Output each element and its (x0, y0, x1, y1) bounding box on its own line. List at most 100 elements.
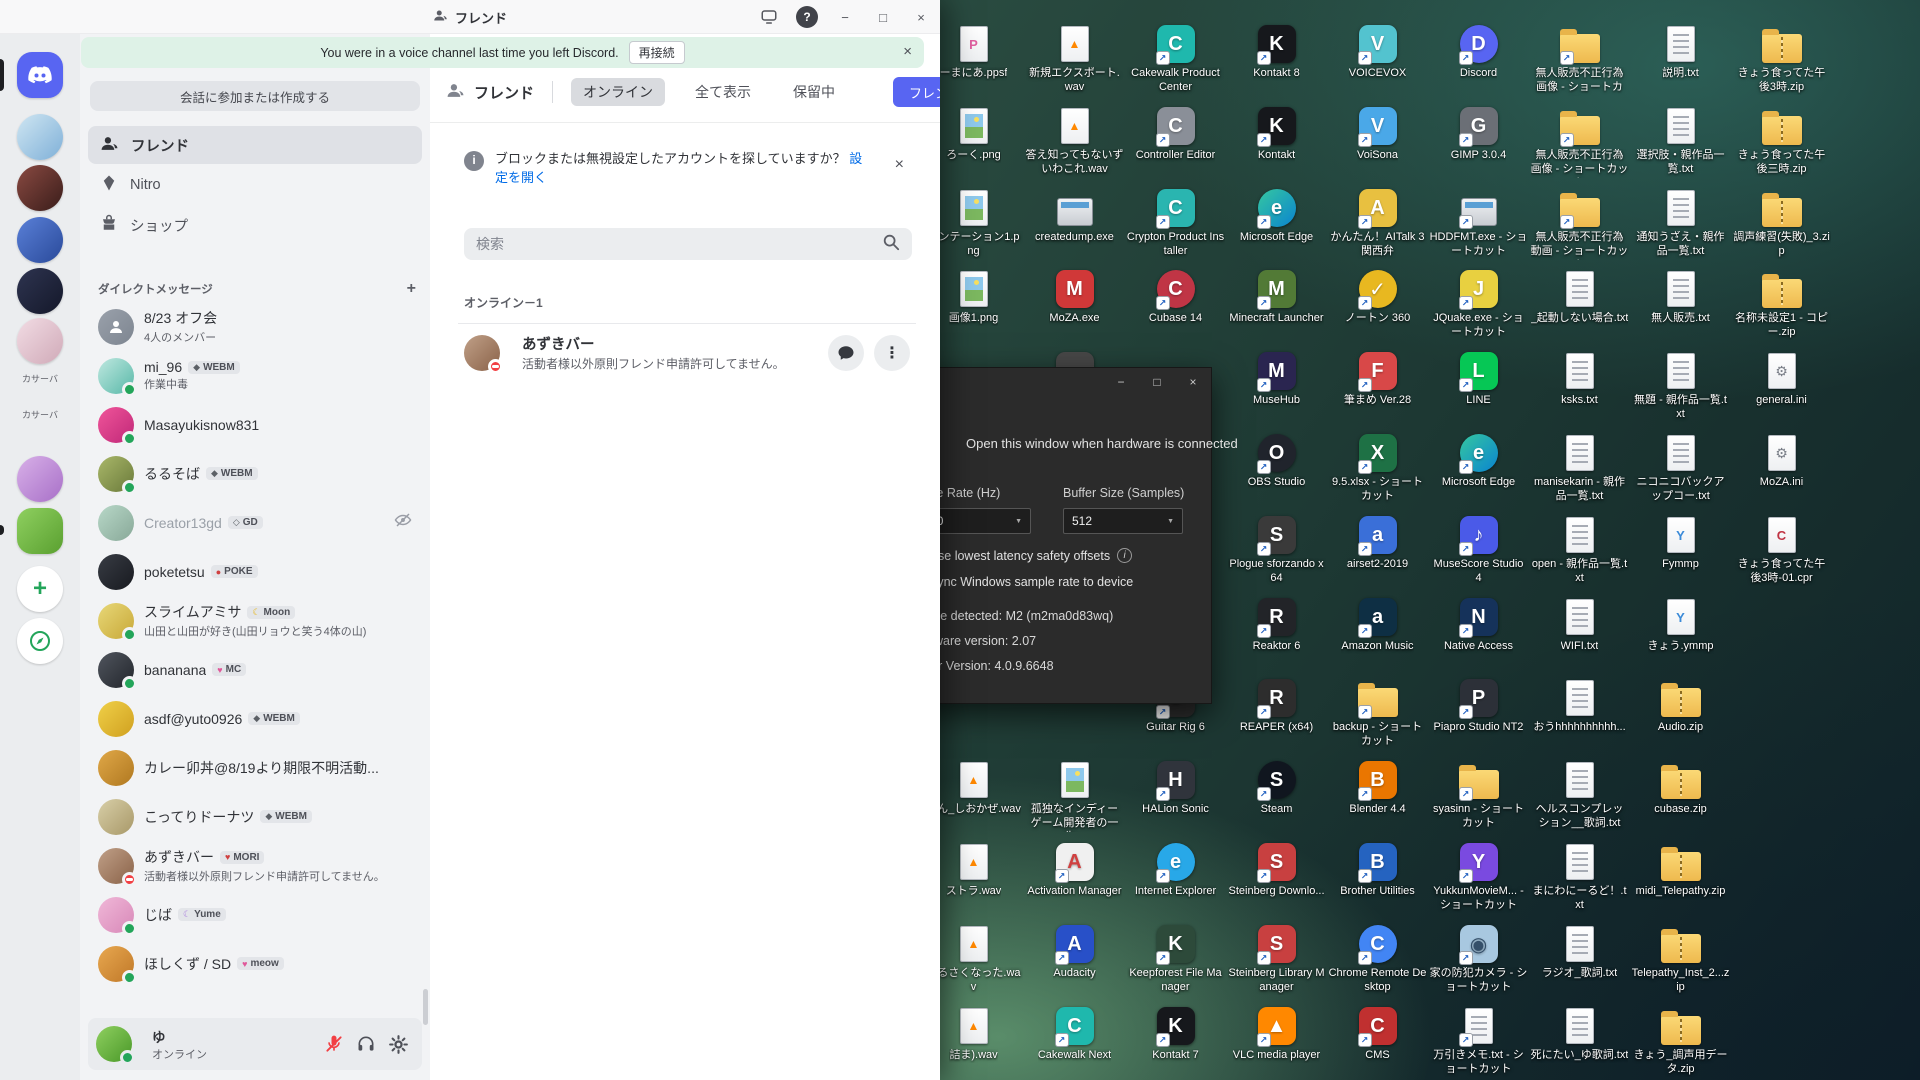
close-button[interactable]: × (902, 0, 940, 34)
desktop-icon[interactable]: ♪MuseScore Studio 4 (1428, 515, 1529, 586)
desktop-icon[interactable]: ksks.txt (1529, 351, 1630, 408)
add-friend-button[interactable]: フレンドに追加 (893, 77, 940, 107)
desktop-icon[interactable]: 調声練習(失敗)_3.zip (1731, 188, 1832, 259)
desktop-icon[interactable]: B Blender 4.4 (1327, 760, 1428, 817)
desktop-icon[interactable]: 無題 - 親作品一覧.txt (1630, 351, 1731, 422)
server-icon[interactable] (17, 217, 63, 263)
open-on-connect-option[interactable]: Open this window when hardware is connec… (966, 436, 1238, 451)
discord-titlebar[interactable]: フレンド ? − □ × (0, 0, 940, 34)
desktop-icon[interactable]: open - 親作品一覧.txt (1529, 515, 1630, 586)
desktop-icon[interactable]: 無人販売不正行為画像 - ショートカット (1529, 106, 1630, 178)
desktop-icon[interactable]: backup - ショートカット (1327, 678, 1428, 749)
desktop-icon[interactable]: きょう食ってた午後3時.zip (1731, 24, 1832, 95)
friend-row[interactable]: あずきバー 活動者様以外原則フレンド申請許可してません。 ⋮ (458, 324, 916, 381)
server-folder-label[interactable]: カサーバ (0, 372, 80, 385)
desktop-icon[interactable]: HDDFMT.exe - ショートカット (1428, 188, 1529, 259)
dm-list-item[interactable]: mi_96 ◆ WEBM 作業中毒 (88, 351, 422, 400)
desktop-icon[interactable]: ▲ 答え知ってもないずいわこれ.wav (1024, 106, 1125, 177)
dialog-minimize-button[interactable]: − (1103, 368, 1139, 396)
deafen-button[interactable] (350, 1028, 382, 1060)
dm-list-item[interactable]: じば ☾ Yume (88, 890, 422, 939)
server-icon[interactable] (17, 456, 63, 502)
desktop-icon[interactable]: CCakewalk Product Center (1125, 24, 1226, 95)
desktop-icon[interactable]: まにわにーるど！.txt (1529, 842, 1630, 913)
message-button[interactable] (828, 334, 864, 371)
dm-list-item[interactable]: るるそば ◆ WEBM (88, 449, 422, 498)
maximize-button[interactable]: □ (864, 0, 902, 34)
join-conversation-button[interactable]: 会話に参加または作成する (90, 81, 420, 111)
tab-online[interactable]: オンライン (571, 78, 666, 106)
lowest-latency-checkbox[interactable]: Use lowest latency safety offsets i (906, 548, 1133, 563)
desktop-icon[interactable]: おうhhhhhhhhhh... (1529, 678, 1630, 735)
desktop-icon[interactable]: CChrome Remote Desktop (1327, 924, 1428, 995)
dm-list-item[interactable]: poketetsu ● POKE (88, 547, 422, 596)
sidebar-item-friends[interactable]: フレンド (88, 126, 422, 164)
sidebar-scrollbar[interactable] (423, 989, 428, 1025)
desktop-icon[interactable]: e Microsoft Edge (1226, 188, 1327, 245)
desktop-icon[interactable]: ✓ ノートン 360 (1327, 269, 1428, 326)
desktop-icon[interactable]: 孤独なインディーゲーム開発者の一生... (1024, 760, 1125, 832)
sidebar-item-nitro[interactable]: Nitro (88, 166, 422, 204)
dm-list-item[interactable]: asdf@yuto0926 ◆ WEBM (88, 694, 422, 743)
dm-list-item[interactable]: bananana ♥ MC (88, 645, 422, 694)
desktop-icon[interactable]: SPlogue sforzando x64 (1226, 515, 1327, 586)
desktop-icon[interactable]: V VOICEVOX (1327, 24, 1428, 81)
explore-servers-button[interactable] (17, 618, 63, 664)
desktop-icon[interactable]: createdump.exe (1024, 188, 1125, 245)
buffer-size-select[interactable]: 512 ▼ (1063, 508, 1183, 534)
notice-close-icon[interactable]: × (895, 156, 904, 174)
dm-list-item[interactable]: あずきバー ♥ MORI 活動者様以外原則フレンド申請許可してません。 (88, 841, 422, 890)
desktop-icon[interactable]: ⚙ general.ini (1731, 351, 1832, 408)
desktop-icon[interactable]: 万引きメモ.txt - ショートカット (1428, 1006, 1529, 1077)
desktop-icon[interactable]: S Steam (1226, 760, 1327, 817)
minimize-button[interactable]: − (826, 0, 864, 34)
search-input[interactable] (476, 236, 882, 252)
desktop-icon[interactable]: A Activation Manager (1024, 842, 1125, 899)
desktop-icon[interactable]: ◉家の防犯カメラ - ショートカット (1428, 924, 1529, 995)
desktop-icon[interactable]: e Microsoft Edge (1428, 433, 1529, 490)
desktop-icon[interactable]: G GIMP 3.0.4 (1428, 106, 1529, 163)
desktop-icon[interactable]: 無人販売不正行為動画 - ショートカット (1529, 188, 1630, 260)
desktop-icon[interactable]: R REAPER (x64) (1226, 678, 1327, 735)
settings-gear-button[interactable] (382, 1028, 414, 1060)
desktop-icon[interactable]: D Discord (1428, 24, 1529, 81)
desktop-icon[interactable]: SSteinberg Library Manager (1226, 924, 1327, 995)
desktop-icon[interactable]: H HALion Sonic (1125, 760, 1226, 817)
server-folder-label[interactable]: カサーバ (0, 408, 80, 421)
desktop-icon[interactable]: B Brother Utilities (1327, 842, 1428, 899)
sidebar-item-shop[interactable]: ショップ (88, 206, 422, 244)
mic-muted-button[interactable] (318, 1028, 350, 1060)
desktop-icon[interactable]: midi_Telepathy.zip (1630, 842, 1731, 899)
avatar[interactable] (96, 1026, 135, 1065)
dm-list-item[interactable]: Masayukisnow831 (88, 400, 422, 449)
desktop-icon[interactable]: 無人販売.txt (1630, 269, 1731, 326)
server-icon[interactable] (17, 318, 63, 364)
desktop-icon[interactable]: WIFI.txt (1529, 597, 1630, 654)
desktop-icon[interactable]: Aかんたん！AITalk 3 関西弁 (1327, 188, 1428, 259)
desktop-icon[interactable]: きょう食ってた午後三時.zip (1731, 106, 1832, 177)
dm-list-item[interactable]: こってりドーナツ ◆ WEBM (88, 792, 422, 841)
desktop-icon[interactable]: 説明.txt (1630, 24, 1731, 81)
desktop-icon[interactable]: Audio.zip (1630, 678, 1731, 735)
desktop-icon[interactable]: 通知うざえ・親作品一覧.txt (1630, 188, 1731, 259)
dm-list-item[interactable]: スライムアミサ ☾ Moon 山田と山田が好き(山田リョウと笑う4体の山) (88, 596, 422, 645)
dialog-maximize-button[interactable]: □ (1139, 368, 1175, 396)
desktop-icon[interactable]: C Cubase 14 (1125, 269, 1226, 326)
desktop-icon[interactable]: 名称未設定1 - コピー.zip (1731, 269, 1832, 340)
discord-home-button[interactable] (17, 52, 63, 98)
reconnect-button[interactable]: 再接続 (628, 41, 685, 64)
desktop-icon[interactable]: L LINE (1428, 351, 1529, 408)
desktop-icon[interactable]: R Reaktor 6 (1226, 597, 1327, 654)
server-icon[interactable] (17, 508, 63, 554)
dm-list-item[interactable]: カレー卯丼@8/19より期限不明活動... (88, 743, 422, 792)
desktop-icon[interactable]: YYukkunMovieM... - ショートカット (1428, 842, 1529, 913)
desktop-icon[interactable]: _起動しない場合.txt (1529, 269, 1630, 326)
desktop-icon[interactable]: cubase.zip (1630, 760, 1731, 817)
desktop-icon[interactable]: Telepathy_Inst_2...zip (1630, 924, 1731, 995)
desktop-icon[interactable]: ニコニコバックアップコー.txt (1630, 433, 1731, 504)
desktop-icon[interactable]: M MuseHub (1226, 351, 1327, 408)
desktop-icon[interactable]: 死にたい_ゆ歌詞.txt (1529, 1006, 1630, 1063)
desktop-icon[interactable]: KKeepforest File Manager (1125, 924, 1226, 995)
desktop-icon[interactable]: Y きょう.ymmp (1630, 597, 1731, 654)
desktop-icon[interactable]: K Kontakt 8 (1226, 24, 1327, 81)
